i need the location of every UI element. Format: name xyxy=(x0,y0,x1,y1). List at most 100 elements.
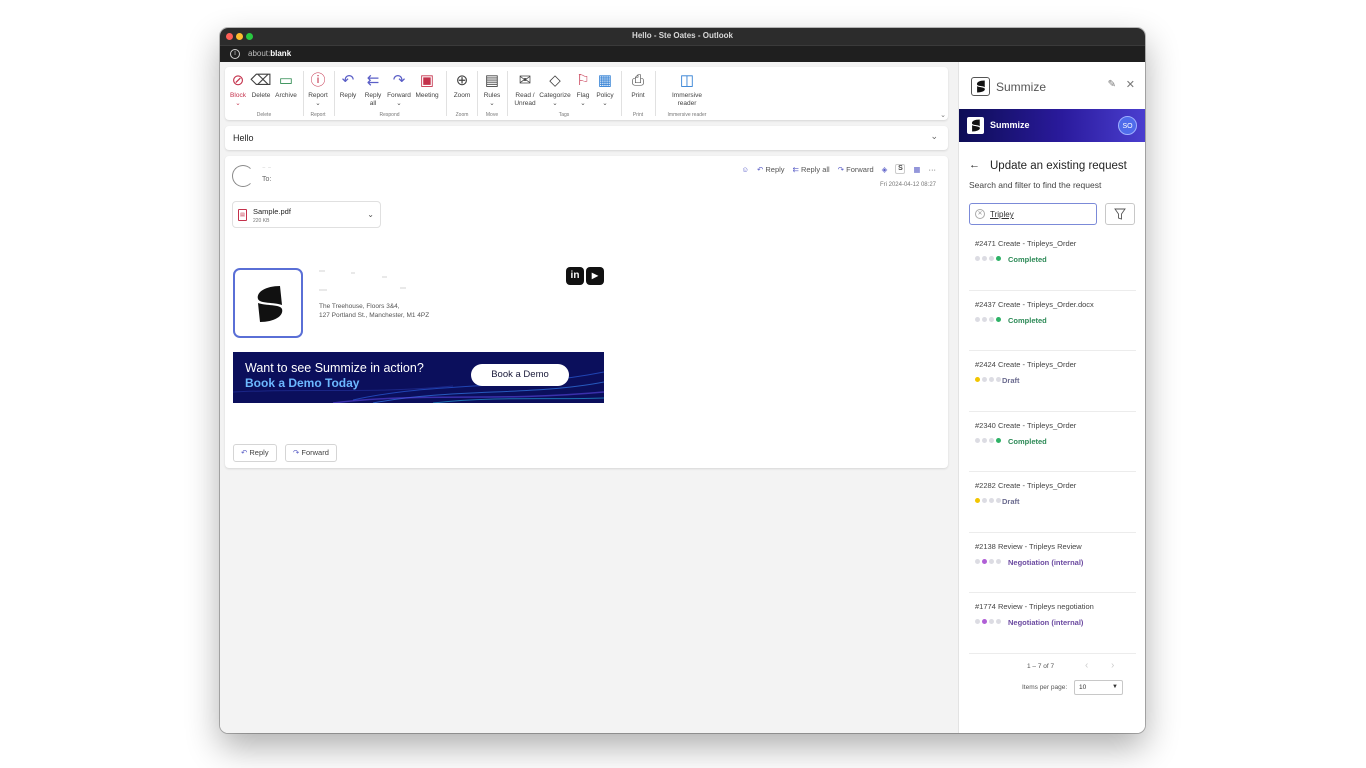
request-title: #2282 Create - Tripleys_Order xyxy=(975,481,1077,490)
report-button[interactable]: ⓘ Report ⌄ xyxy=(307,70,329,108)
chevron-down-icon[interactable]: ⌄ xyxy=(367,210,374,219)
request-item[interactable]: #1774 Review - Tripleys negotiation Nego… xyxy=(969,593,1136,654)
book-demo-button[interactable]: Book a Demo xyxy=(471,364,569,386)
status-dot xyxy=(996,316,1001,322)
reply-all-icon: ⇇ xyxy=(792,164,799,174)
forward-icon: ↷ xyxy=(293,448,300,457)
group-label-report: Report xyxy=(310,112,326,118)
flag-button[interactable]: ⚐ Flag ⌄ xyxy=(575,70,591,108)
rules-button[interactable]: ▤ Rules ⌄ xyxy=(481,70,503,108)
block-button[interactable]: ⊘ Block ⌄ xyxy=(229,70,247,108)
status-dot xyxy=(996,498,1001,503)
ribbon-toolbar: ⊘ Block ⌄ ⌫ Delete ▭ Archive Delete ⓘ Report ⌄… xyxy=(225,67,948,120)
policy-button[interactable]: ▦ Policy ⌄ xyxy=(594,70,616,108)
signature-blurred-text xyxy=(319,289,327,291)
request-item[interactable]: #2340 Create - Tripleys_Order Completed xyxy=(969,412,1136,472)
request-item[interactable]: #2437 Create - Tripleys_Order.docx Compl… xyxy=(969,291,1136,351)
emoji-icon[interactable]: ☺ xyxy=(741,165,749,174)
reply-all-icon: ⇇ xyxy=(366,72,380,89)
immersive-reader-icon: ◫ xyxy=(679,72,695,89)
status-dot xyxy=(989,256,994,261)
request-search-input[interactable] xyxy=(990,208,1090,221)
chevron-down-icon[interactable]: ⌄ xyxy=(930,131,938,142)
apps-grid-icon[interactable]: ▦ xyxy=(913,165,920,174)
request-item[interactable]: #2282 Create - Tripleys_Order Draft xyxy=(969,472,1136,533)
status-dot xyxy=(975,619,980,624)
footer-forward-button[interactable]: ↷ Forward xyxy=(285,444,337,462)
status-dot xyxy=(989,558,994,564)
meeting-button[interactable]: ▣ Meeting xyxy=(413,70,441,100)
previous-page-icon[interactable]: ‹ xyxy=(1085,660,1088,671)
more-options-icon[interactable]: ··· xyxy=(929,165,937,174)
banner-subheadline: Book a Demo Today xyxy=(245,376,360,390)
signature-blurred-text xyxy=(382,276,387,278)
ribbon-collapse-chevron-icon[interactable]: ⌄ xyxy=(940,111,946,119)
status-dot xyxy=(996,377,1001,382)
attachment-size: 220 KB xyxy=(253,218,270,224)
request-item[interactable]: #2471 Create - Tripleys_Order Completed xyxy=(969,230,1136,291)
close-icon[interactable]: ✕ xyxy=(1126,78,1135,91)
status-dot xyxy=(975,437,980,443)
request-title: #2138 Review - Tripleys Review xyxy=(975,541,1082,551)
demo-banner[interactable]: Want to see Summize in action? Book a De… xyxy=(233,352,604,403)
summize-addin-icon[interactable]: S xyxy=(895,164,906,174)
attachment-name: Sample.pdf xyxy=(253,207,291,216)
group-label-delete: Delete xyxy=(256,112,272,118)
status-dot xyxy=(975,498,980,503)
forward-button[interactable]: ↷ Forward ⌄ xyxy=(386,70,412,108)
delete-button[interactable]: ⌫ Delete xyxy=(250,70,272,100)
footer-reply-button[interactable]: ↶ Reply xyxy=(233,444,277,462)
pin-icon[interactable]: ✎ xyxy=(1108,79,1116,90)
status-badge: Draft xyxy=(1002,376,1020,385)
reply-icon: ↶ xyxy=(756,164,764,174)
printer-icon: ⎙ xyxy=(631,72,644,89)
signature-address: The Treehouse, Floors 3&4, 127 Portland S… xyxy=(319,303,430,319)
print-button[interactable]: ⎙ Print xyxy=(628,70,648,100)
block-icon: ⊘ xyxy=(231,72,245,89)
immersive-reader-button[interactable]: ◫ Immersive reader xyxy=(662,70,712,108)
read-unread-button[interactable]: ✉ Read / Unread xyxy=(512,70,538,108)
filter-button[interactable] xyxy=(1105,203,1135,225)
group-label-respond: Respond xyxy=(379,112,400,118)
caret-down-icon: ▼ xyxy=(1112,684,1118,690)
clear-search-icon[interactable]: ✕ xyxy=(975,209,985,219)
request-item[interactable]: #2424 Create - Tripleys_Order Draft xyxy=(969,351,1136,412)
zoom-button[interactable]: ⊕ Zoom xyxy=(451,70,473,100)
window-title: Hello - Ste Oates - Outlook xyxy=(632,31,733,40)
attachment-card[interactable]: ▤ Sample.pdf 220 KB ⌄ xyxy=(232,201,381,228)
panel-brand-bar: Summize SO xyxy=(959,109,1145,142)
linkedin-icon[interactable]: in xyxy=(566,267,584,285)
pdf-file-icon: ▤ xyxy=(238,209,247,221)
items-per-page-label: Items per page: xyxy=(1022,684,1068,691)
zoom-icon: ⊕ xyxy=(455,72,469,89)
items-per-page-select[interactable]: 10 ▼ xyxy=(1074,680,1123,695)
signature-blurred-text xyxy=(351,272,355,274)
meeting-icon: ▣ xyxy=(419,72,435,89)
flag-icon: ⚐ xyxy=(576,72,590,89)
message-card: ⁻ ⁻ To: ☺ ↶ Reply ⇇ Reply all ↷ Forward … xyxy=(225,156,948,468)
reply-button[interactable]: ↶ Reply xyxy=(338,70,358,100)
summize-addin-panel: Summize ✎ ✕ Summize SO ← Update an exist… xyxy=(958,62,1145,733)
request-item[interactable]: #2138 Review - Tripleys Review Negotiati… xyxy=(969,533,1136,593)
status-dot xyxy=(975,558,980,564)
outlook-window: Hello - Ste Oates - Outlook i about:blan… xyxy=(220,28,1145,733)
reply-all-action[interactable]: ⇇ Reply all xyxy=(793,165,830,174)
reply-all-button[interactable]: ⇇ Reply all xyxy=(361,70,385,108)
archive-button[interactable]: ▭ Archive xyxy=(274,70,298,100)
pager-range: 1 – 7 of 7 xyxy=(1027,663,1055,670)
company-logo xyxy=(233,268,303,338)
youtube-icon[interactable]: ▶ xyxy=(586,267,604,285)
user-avatar[interactable]: SO xyxy=(1118,116,1137,135)
categorize-button[interactable]: ◇ Categorize ⌄ xyxy=(538,70,572,108)
request-search-box: ✕ xyxy=(969,203,1097,225)
forward-action[interactable]: ↷ Forward xyxy=(838,165,874,174)
next-page-icon[interactable]: › xyxy=(1111,660,1114,671)
status-dot xyxy=(989,316,994,322)
request-title: #2437 Create - Tripleys_Order.docx xyxy=(975,299,1094,309)
loop-icon[interactable]: ◈ xyxy=(882,165,888,174)
filter-icon xyxy=(1114,208,1126,220)
info-icon[interactable]: i xyxy=(230,49,240,59)
back-arrow-icon[interactable]: ← xyxy=(969,159,980,171)
envelope-icon: ✉ xyxy=(518,72,532,89)
reply-action[interactable]: ↶ Reply xyxy=(757,165,785,174)
